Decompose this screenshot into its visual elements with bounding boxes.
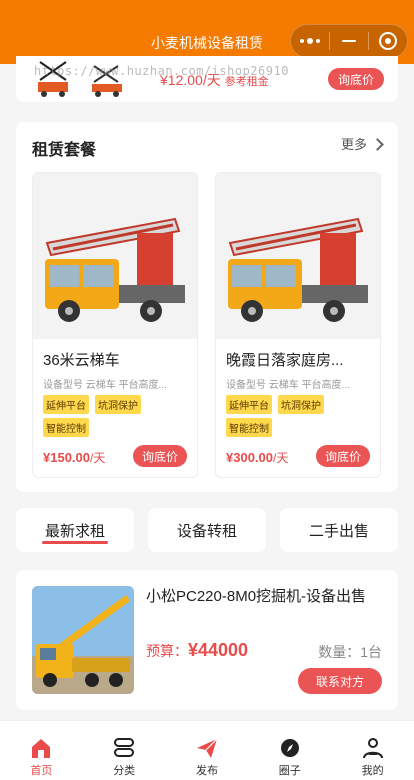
- feature-tag: 延伸平台: [226, 395, 272, 414]
- minimize-button[interactable]: [330, 25, 368, 57]
- nav-label: 首页: [30, 765, 53, 777]
- section-title: 租赁套餐: [32, 142, 97, 159]
- bottom-tab-bar: 首页 分类 发布 圈子 我的: [0, 720, 414, 780]
- chevron-right-icon: [371, 137, 384, 151]
- ask-price-button[interactable]: 询底价: [133, 445, 187, 467]
- equipment-thumbnail: [32, 58, 132, 98]
- contact-button[interactable]: 联系对方: [298, 668, 382, 694]
- home-icon: [32, 739, 51, 758]
- nav-category[interactable]: 分类: [83, 721, 166, 780]
- nav-label: 发布: [195, 765, 218, 777]
- ladder-truck-image: [216, 173, 380, 339]
- listing-title: 小松PC220-8M0挖掘机-设备出售: [146, 588, 367, 605]
- tab-equipment-sublease[interactable]: 设备转租: [148, 508, 266, 552]
- rent-price: ¥12.00/天 参考租金: [160, 72, 269, 88]
- feature-tag: 坑洞保护: [278, 395, 324, 414]
- nav-mine[interactable]: 我的: [331, 721, 414, 780]
- package-price: ¥300.00/天: [226, 450, 289, 465]
- package-name: 36米云梯车: [43, 352, 120, 369]
- nav-label: 圈子: [278, 765, 301, 777]
- category-icon: [114, 738, 135, 757]
- feature-tag: 智能控制: [43, 418, 89, 437]
- feature-tag: 坑洞保护: [95, 395, 141, 414]
- more-options-button[interactable]: [291, 25, 329, 57]
- price-note: 参考租金: [224, 76, 269, 88]
- top-nav-bar: 小麦机械设备租赁: [0, 0, 414, 64]
- more-link[interactable]: 更多: [340, 134, 384, 153]
- package-tags: 延伸平台 坑洞保护 智能控制: [226, 395, 374, 437]
- package-card[interactable]: 36米云梯车 设备型号 云梯车 平台高度... 延伸平台 坑洞保护 智能控制 ¥…: [32, 172, 198, 478]
- nav-home[interactable]: 首页: [0, 721, 83, 780]
- ladder-truck-image: [33, 173, 197, 339]
- nav-publish[interactable]: 发布: [166, 721, 249, 780]
- crane-truck-image: [32, 586, 134, 694]
- listing-item[interactable]: 小松PC220-8M0挖掘机-设备出售 预算：¥44000 数量：1台 联系对方: [16, 570, 398, 710]
- package-card[interactable]: 晚霞日落家庭房... 设备型号 云梯车 平台高度... 延伸平台 坑洞保护 智能…: [215, 172, 381, 478]
- nav-label: 我的: [361, 765, 384, 777]
- feature-tag: 智能控制: [226, 418, 272, 437]
- rental-packages-section: 租赁套餐 更多 36米云梯车 设备型号 云梯车 平台高度... 延伸平台 坑洞保…: [16, 122, 398, 492]
- miniprogram-capsule: [290, 24, 408, 58]
- close-capsule-button[interactable]: [369, 25, 407, 57]
- equipment-card-partial[interactable]: ¥12.00/天 参考租金 询底价: [16, 56, 398, 102]
- nav-circle[interactable]: 圈子: [248, 721, 331, 780]
- more-dots-icon: [300, 38, 320, 44]
- tab-latest-rent-requests[interactable]: 最新求租: [16, 508, 134, 552]
- listing-tabs: 最新求租 设备转租 二手出售: [16, 508, 398, 554]
- feature-tag: 延伸平台: [43, 395, 89, 414]
- package-price: ¥150.00/天: [43, 450, 106, 465]
- send-icon: [196, 738, 218, 758]
- package-meta: 设备型号 云梯车 平台高度...: [43, 380, 167, 391]
- ask-price-button[interactable]: 询底价: [328, 68, 384, 90]
- package-name: 晚霞日落家庭房...: [226, 352, 344, 369]
- close-circle-icon: [379, 32, 397, 50]
- compass-icon: [280, 739, 299, 757]
- ask-price-button[interactable]: 询底价: [316, 445, 370, 467]
- package-tags: 延伸平台 坑洞保护 智能控制: [43, 395, 191, 437]
- nav-label: 分类: [113, 765, 136, 777]
- listing-quantity: 数量：1台: [318, 644, 382, 660]
- minimize-icon: [342, 40, 356, 42]
- package-meta: 设备型号 云梯车 平台高度...: [226, 380, 350, 391]
- user-icon: [362, 738, 383, 759]
- tab-used-sale[interactable]: 二手出售: [280, 508, 398, 552]
- listing-budget: 预算：¥44000: [146, 640, 249, 660]
- more-label: 更多: [340, 137, 367, 152]
